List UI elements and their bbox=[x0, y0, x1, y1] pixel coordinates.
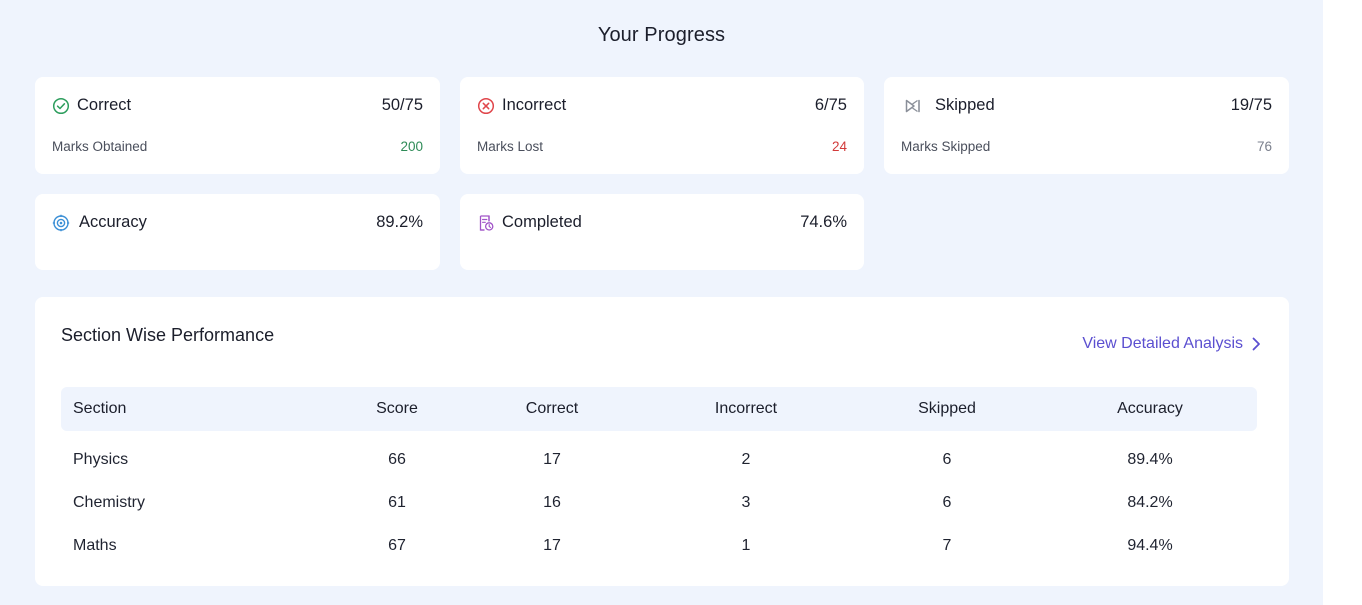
incorrect-cell: 2 bbox=[741, 451, 751, 468]
marks-skipped-value: 76 bbox=[1256, 139, 1272, 154]
accuracy-value: 89.2% bbox=[376, 213, 423, 231]
completed-value: 74.6% bbox=[800, 213, 847, 231]
correct-value: 50/75 bbox=[381, 96, 423, 114]
correct-cell: 17 bbox=[543, 537, 561, 554]
skipped-cell: 7 bbox=[942, 537, 952, 554]
table-row: Maths 67 17 1 7 94.4% bbox=[61, 525, 1257, 568]
accuracy-cell: 94.4% bbox=[1127, 537, 1173, 554]
skipped-cell: 6 bbox=[942, 451, 952, 468]
chevron-right-icon bbox=[1251, 337, 1261, 351]
column-header-accuracy: Accuracy bbox=[1117, 400, 1183, 417]
target-icon bbox=[52, 214, 70, 232]
section-name: Maths bbox=[73, 537, 117, 554]
completed-card: Completed 74.6% bbox=[460, 194, 864, 270]
marks-obtained-label: Marks Obtained bbox=[52, 139, 148, 154]
marks-skipped-label: Marks Skipped bbox=[901, 139, 991, 154]
skipped-title: Skipped bbox=[935, 96, 995, 114]
accuracy-card: Accuracy 89.2% bbox=[35, 194, 440, 270]
marks-lost-label: Marks Lost bbox=[477, 139, 544, 154]
accuracy-title: Accuracy bbox=[79, 213, 147, 231]
incorrect-cell: 3 bbox=[741, 494, 751, 511]
completed-title: Completed bbox=[502, 213, 582, 231]
marks-obtained-value: 200 bbox=[400, 139, 423, 154]
incorrect-value: 6/75 bbox=[814, 96, 847, 114]
correct-cell: 17 bbox=[543, 451, 561, 468]
correct-cell: 16 bbox=[543, 494, 561, 511]
score-cell: 61 bbox=[388, 494, 406, 511]
page-title: Your Progress bbox=[597, 24, 726, 46]
skipped-value: 19/75 bbox=[1230, 96, 1272, 114]
incorrect-title: Incorrect bbox=[502, 96, 567, 114]
correct-title: Correct bbox=[77, 96, 132, 114]
check-circle-icon bbox=[52, 97, 70, 115]
correct-card: Correct 50/75 Marks Obtained 200 bbox=[35, 77, 440, 174]
skip-icon bbox=[904, 97, 922, 115]
skipped-card: Skipped 19/75 Marks Skipped 76 bbox=[884, 77, 1289, 174]
view-detailed-analysis-label: View Detailed Analysis bbox=[1082, 335, 1243, 352]
progress-panel: Your Progress Correct 50/75 Marks Obtain… bbox=[0, 0, 1323, 605]
column-header-score: Score bbox=[376, 400, 418, 417]
column-header-section: Section bbox=[73, 400, 127, 417]
table-header: Section Score Correct Incorrect Skipped … bbox=[61, 387, 1257, 431]
table-row: Chemistry 61 16 3 6 84.2% bbox=[61, 482, 1257, 525]
accuracy-cell: 89.4% bbox=[1127, 451, 1173, 468]
accuracy-cell: 84.2% bbox=[1127, 494, 1173, 511]
section-name: Chemistry bbox=[73, 494, 146, 511]
section-performance-title: Section Wise Performance bbox=[61, 325, 275, 345]
x-circle-icon bbox=[477, 97, 495, 115]
view-detailed-analysis-link[interactable]: View Detailed Analysis bbox=[1082, 335, 1261, 353]
column-header-skipped: Skipped bbox=[918, 400, 976, 417]
section-performance-card: Section Wise Performance View Detailed A… bbox=[35, 297, 1289, 586]
marks-lost-value: 24 bbox=[831, 139, 847, 154]
incorrect-cell: 1 bbox=[741, 537, 751, 554]
section-name: Physics bbox=[73, 451, 129, 468]
skipped-cell: 6 bbox=[942, 494, 952, 511]
table-row: Physics 66 17 2 6 89.4% bbox=[61, 439, 1257, 482]
column-header-incorrect: Incorrect bbox=[714, 400, 778, 417]
document-clock-icon bbox=[477, 214, 495, 232]
score-cell: 67 bbox=[388, 537, 406, 554]
column-header-correct: Correct bbox=[525, 400, 579, 417]
incorrect-card: Incorrect 6/75 Marks Lost 24 bbox=[460, 77, 864, 174]
score-cell: 66 bbox=[388, 451, 406, 468]
